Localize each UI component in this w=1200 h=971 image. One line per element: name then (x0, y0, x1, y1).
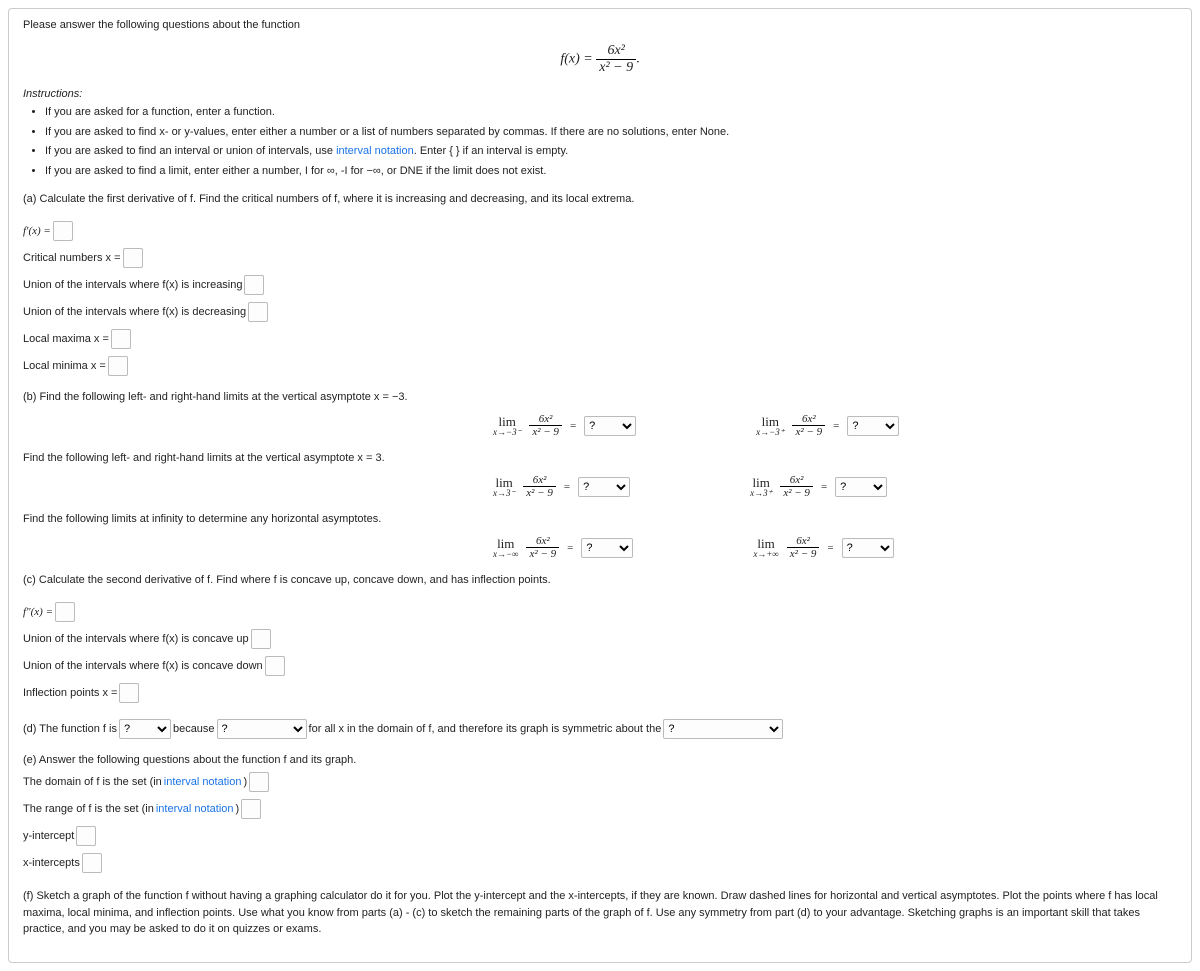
symmetry-reason-select[interactable]: ? (217, 719, 307, 739)
decreasing-label: Union of the intervals where f(x) is dec… (23, 301, 246, 323)
limit-select[interactable]: ? (842, 538, 894, 558)
increasing-label: Union of the intervals where f(x) is inc… (23, 274, 242, 296)
fprime-input[interactable] (53, 221, 73, 241)
localmin-label: Local minima x = (23, 355, 106, 377)
yintercept-input[interactable] (76, 826, 96, 846)
localmax-input[interactable] (111, 329, 131, 349)
limit-expr: limx→−∞ 6x²x² − 9 = ? (493, 535, 633, 560)
limit-expr: limx→+∞ 6x²x² − 9 = ? (753, 535, 893, 560)
critical-input[interactable] (123, 248, 143, 268)
range-label: The range of f is the set (in (23, 798, 154, 820)
inflection-label: Inflection points x = (23, 682, 117, 704)
limit-select[interactable]: ? (847, 416, 899, 436)
limit-select[interactable]: ? (578, 477, 630, 497)
part-b-heading: (b) Find the following left- and right-h… (23, 391, 1177, 403)
fprime-label: f′(x) = (23, 220, 51, 242)
critical-label: Critical numbers x = (23, 247, 121, 269)
part-c-heading: (c) Calculate the second derivative of f… (23, 574, 1177, 586)
inflection-input[interactable] (119, 683, 139, 703)
concavedown-label: Union of the intervals where f(x) is con… (23, 655, 263, 677)
limit-expr: limx→3⁻ 6x²x² − 9 = ? (493, 474, 630, 499)
symmetry-type-select[interactable]: ? (119, 719, 171, 739)
yintercept-label: y-intercept (23, 825, 74, 847)
part-a-heading: (a) Calculate the first derivative of f.… (23, 193, 1177, 205)
part-e-heading: (e) Answer the following questions about… (23, 754, 1177, 766)
intro-text: Please answer the following questions ab… (23, 19, 1177, 31)
fdprime-input[interactable] (55, 602, 75, 622)
increasing-input[interactable] (244, 275, 264, 295)
interval-notation-link[interactable]: interval notation (156, 798, 234, 820)
interval-notation-link[interactable]: interval notation (336, 145, 414, 157)
main-function: f(x) = 6x² x² − 9 . (23, 43, 1177, 76)
limit-select[interactable]: ? (835, 477, 887, 497)
limit-select[interactable]: ? (581, 538, 633, 558)
instruction-item: If you are asked to find x- or y-values,… (45, 124, 1177, 141)
symmetry-about-select[interactable]: ? (663, 719, 783, 739)
concaveup-label: Union of the intervals where f(x) is con… (23, 628, 249, 650)
part-b-inf: Find the following limits at infinity to… (23, 513, 1177, 525)
xintercepts-input[interactable] (82, 853, 102, 873)
concavedown-input[interactable] (265, 656, 285, 676)
localmax-label: Local maxima x = (23, 328, 109, 350)
instructions-list: If you are asked for a function, enter a… (45, 104, 1177, 179)
limit-expr: limx→−3⁻ 6x²x² − 9 = ? (493, 413, 636, 438)
concaveup-input[interactable] (251, 629, 271, 649)
part-d-row: (d) The function f is ? because ? for al… (23, 718, 1177, 740)
instructions-header: Instructions: (23, 88, 1177, 100)
domain-label: The domain of f is the set (in (23, 771, 162, 793)
interval-notation-link[interactable]: interval notation (164, 771, 242, 793)
domain-input[interactable] (249, 772, 269, 792)
instruction-item: If you are asked to find a limit, enter … (45, 163, 1177, 180)
limit-expr: limx→3⁺ 6x²x² − 9 = ? (750, 474, 887, 499)
range-input[interactable] (241, 799, 261, 819)
xintercepts-label: x-intercepts (23, 852, 80, 874)
decreasing-input[interactable] (248, 302, 268, 322)
limit-select[interactable]: ? (584, 416, 636, 436)
fdprime-label: f″(x) = (23, 601, 53, 623)
instruction-item: If you are asked to find an interval or … (45, 143, 1177, 160)
part-f-text: (f) Sketch a graph of the function f wit… (23, 888, 1177, 938)
localmin-input[interactable] (108, 356, 128, 376)
instruction-item: If you are asked for a function, enter a… (45, 104, 1177, 121)
part-b-mid: Find the following left- and right-hand … (23, 452, 1177, 464)
limit-expr: limx→−3⁺ 6x²x² − 9 = ? (756, 413, 899, 438)
